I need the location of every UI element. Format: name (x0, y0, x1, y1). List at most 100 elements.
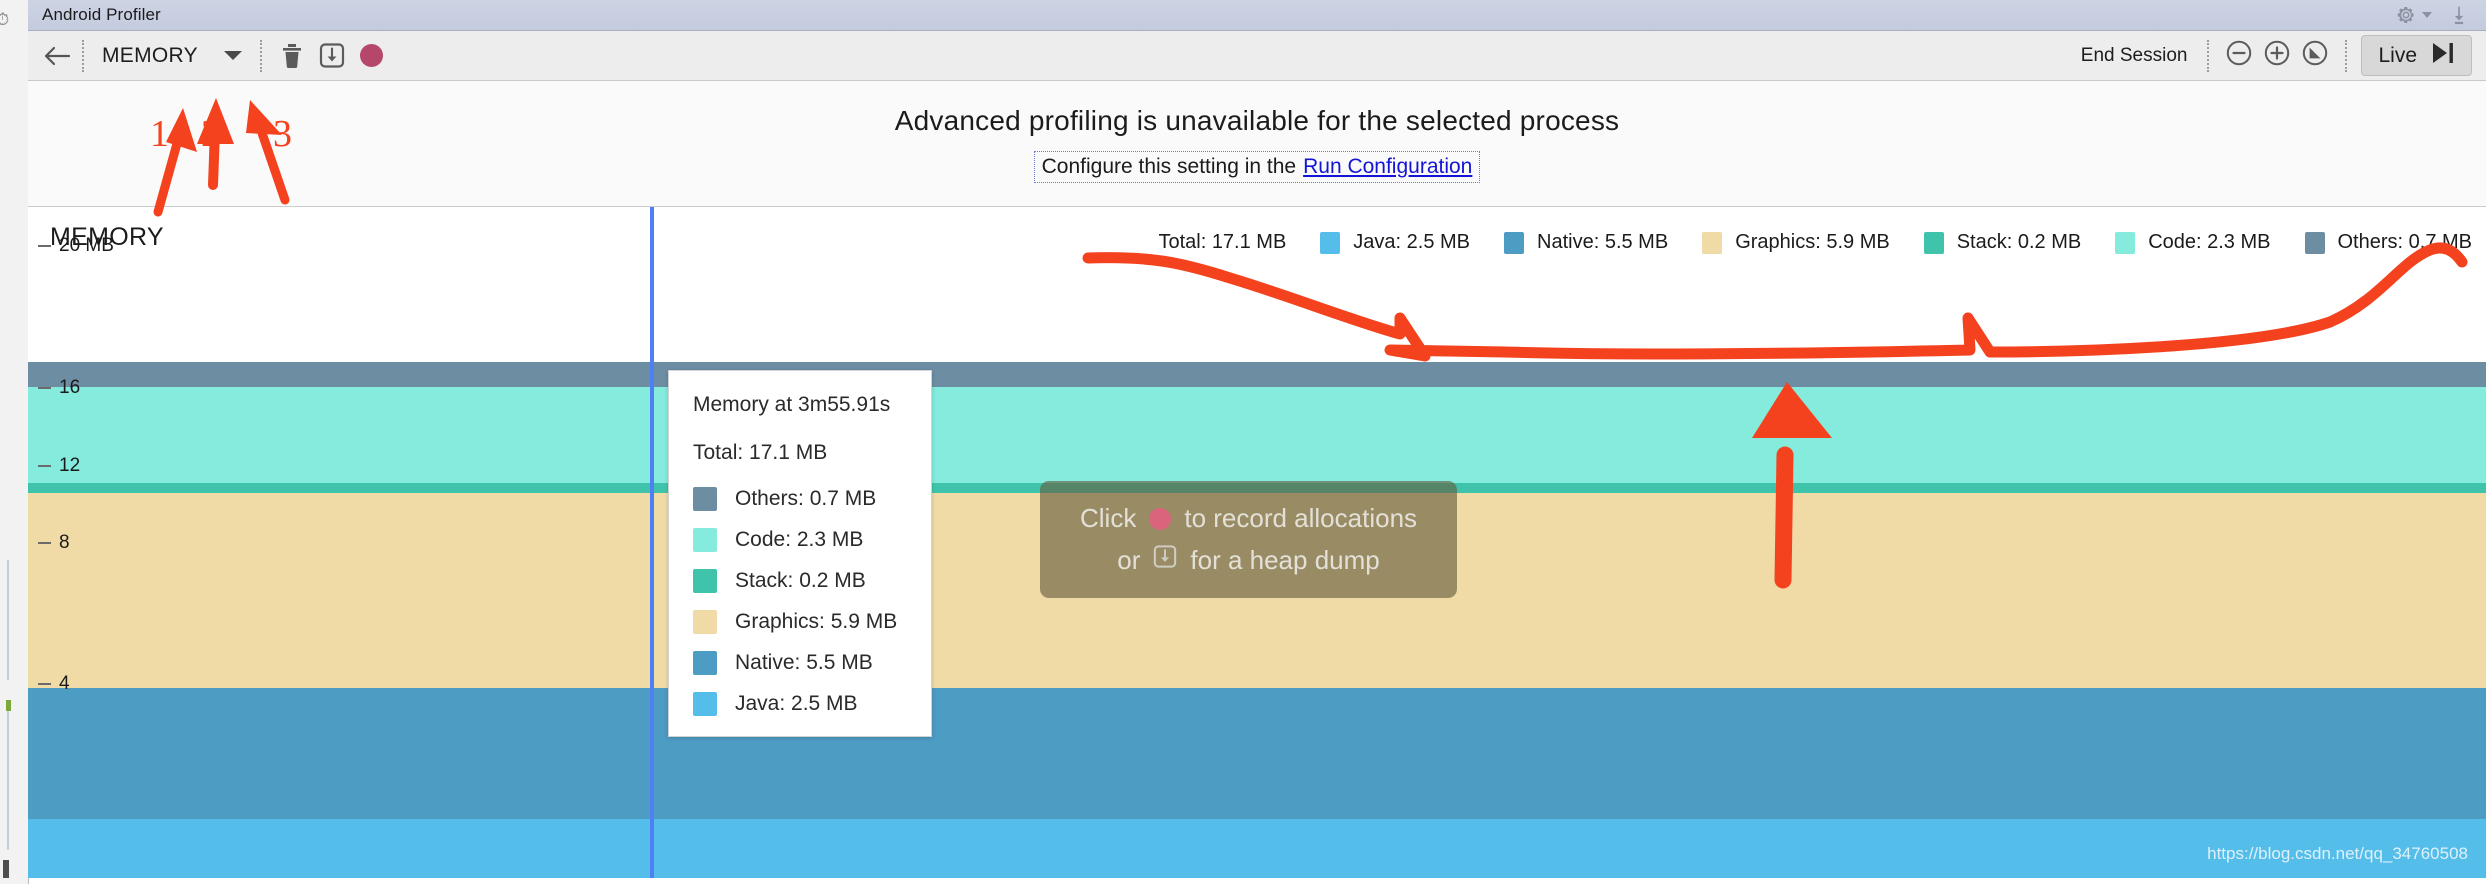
gutter-glyph: ⏱ (0, 10, 9, 30)
legend-item-native[interactable]: Native: 5.5 MB (1504, 231, 1668, 254)
legend-swatch (2304, 231, 2325, 254)
toolbar-right-group: End Session Live (2071, 35, 2472, 76)
zoom-reset-icon[interactable] (2301, 39, 2329, 72)
zoom-in-icon[interactable] (2263, 39, 2291, 72)
toolbar-separator (2345, 39, 2348, 72)
legend-item-graphics[interactable]: Graphics: 5.9 MB (1702, 231, 1890, 254)
band-native (28, 688, 2486, 819)
toolbar-separator (2207, 39, 2210, 72)
y-tick-8: 8 (38, 532, 70, 554)
record-dot-icon (360, 44, 384, 67)
memory-tooltip: Memory at 3m55.91s Total: 17.1 MB Others… (668, 370, 932, 737)
legend-swatch (2115, 231, 2136, 254)
y-tick-label: 8 (59, 532, 70, 553)
memory-chart[interactable]: MEMORY 20 MB 16 12 8 4 Total: 17.1 MB Ja… (28, 206, 2486, 878)
tooltip-row-graphics: Graphics: 5.9 MB (693, 610, 905, 634)
watermark: https://blog.csdn.net/qq_34760508 (2207, 844, 2468, 863)
legend-swatch (1320, 231, 1341, 254)
tooltip-heading: Memory at 3m55.91s (693, 393, 891, 416)
tooltip-swatch (693, 528, 717, 552)
tick-dash (38, 683, 51, 685)
legend-total: Total: 17.1 MB (1158, 231, 1287, 253)
tooltip-swatch (693, 692, 717, 716)
band-others (28, 362, 2486, 387)
tooltip-row-label: Java: 2.5 MB (735, 692, 858, 715)
band-java (28, 819, 2486, 878)
trash-button[interactable] (272, 36, 312, 76)
android-profiler-window: ⏱ Android Profiler (0, 0, 2486, 884)
hint-text-prefix: or (1117, 544, 1141, 575)
tooltip-row-java: Java: 2.5 MB (693, 692, 905, 716)
y-tick-16: 16 (38, 377, 80, 399)
live-button-label: Live (2378, 43, 2417, 67)
legend-label: Stack: 0.2 MB (1956, 231, 2082, 253)
gutter-vcs-marker (6, 700, 11, 711)
legend-item-java[interactable]: Java: 2.5 MB (1320, 231, 1470, 254)
zoom-out-icon[interactable] (2225, 39, 2253, 72)
legend-label: Code: 2.3 MB (2148, 231, 2271, 253)
legend-swatch (1504, 231, 1525, 254)
tooltip-swatch (693, 651, 717, 675)
tooltip-total: Total: 17.1 MB (693, 441, 828, 464)
hint-line-2: or for a heap dump (1117, 544, 1379, 576)
tooltip-row-label: Stack: 0.2 MB (735, 569, 866, 592)
tooltip-row-native: Native: 5.5 MB (693, 651, 905, 675)
toolbar-separator (82, 39, 84, 72)
chevron-down-icon[interactable] (223, 51, 242, 60)
banner-title: Advanced profiling is unavailable for th… (894, 104, 1620, 136)
ide-left-gutter: ⏱ (0, 0, 29, 884)
heap-dump-icon (1153, 544, 1177, 576)
window-title: Android Profiler (42, 5, 161, 24)
zoom-controls (2219, 39, 2335, 72)
y-tick-4: 4 (38, 673, 70, 695)
legend-item-others[interactable]: Others: 0.7 MB (2304, 231, 2473, 254)
y-tick-20: 20 MB (38, 235, 114, 257)
legend-swatch (1923, 231, 1944, 254)
back-button[interactable] (42, 43, 72, 69)
profiler-type-dropdown[interactable]: MEMORY (94, 44, 250, 68)
chart-legend: Total: 17.1 MB Java: 2.5 MB Native: 5.5 … (1158, 231, 2472, 254)
tooltip-row-stack: Stack: 0.2 MB (693, 569, 905, 593)
tooltip-swatch (693, 569, 717, 593)
y-tick-label: 20 MB (59, 235, 114, 256)
gutter-dot-column (7, 560, 9, 680)
titlebar-actions (2395, 4, 2470, 26)
tooltip-swatch (693, 610, 717, 634)
heap-dump-button[interactable] (312, 36, 352, 76)
gutter-scroll-marker (3, 860, 9, 878)
tooltip-swatch (693, 487, 717, 511)
annotation-number-1: 1 (150, 113, 169, 155)
tick-dash (38, 387, 51, 389)
play-to-end-icon (2431, 41, 2457, 70)
y-tick-label: 4 (59, 673, 70, 694)
time-cursor-line[interactable] (650, 207, 654, 878)
record-button[interactable] (352, 36, 392, 76)
chevron-down-icon[interactable] (2422, 12, 2432, 18)
y-tick-label: 12 (59, 455, 81, 476)
settings-gear-icon[interactable] (2395, 4, 2432, 26)
tooltip-row-label: Others: 0.7 MB (735, 487, 877, 510)
run-configuration-link[interactable]: Run Configuration (1303, 155, 1472, 179)
tooltip-row-label: Graphics: 5.9 MB (735, 610, 898, 633)
legend-item-stack[interactable]: Stack: 0.2 MB (1923, 231, 2082, 254)
legend-label: Java: 2.5 MB (1353, 231, 1471, 253)
end-session-button[interactable]: End Session (2071, 45, 2198, 67)
record-hint-overlay: Click to record allocations or for a hea… (1040, 481, 1458, 598)
minimize-panel-icon[interactable] (2448, 4, 2470, 26)
record-dot-icon (1149, 507, 1172, 530)
tooltip-row-others: Others: 0.7 MB (693, 487, 905, 511)
banner-subtitle-text: Configure this setting in the (1041, 154, 1297, 178)
y-tick-label: 16 (59, 377, 81, 398)
advanced-profiling-banner: Advanced profiling is unavailable for th… (28, 81, 2486, 206)
hint-line-1: Click to record allocations (1080, 503, 1417, 534)
annotation-number-3: 3 (273, 113, 292, 155)
annotation-number-2: 2 (201, 113, 220, 155)
gutter-dot-column (7, 700, 9, 850)
legend-item-code[interactable]: Code: 2.3 MB (2115, 231, 2271, 254)
window-titlebar: Android Profiler (28, 0, 2486, 31)
legend-label: Others: 0.7 MB (2337, 231, 2473, 253)
band-code (28, 387, 2486, 483)
banner-subtitle: Configure this setting in the Run Config… (1033, 150, 1481, 183)
live-button[interactable]: Live (2361, 35, 2472, 76)
hint-text-prefix: Click (1080, 503, 1137, 533)
